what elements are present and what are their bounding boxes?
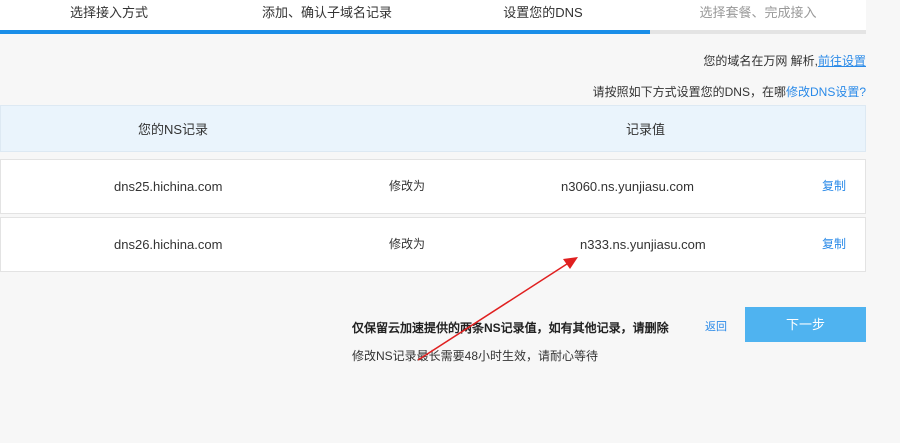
- registrar-text: 您的域名在万网 解析,: [703, 54, 818, 68]
- change-to-label: 修改为: [389, 237, 426, 251]
- record-value: n333.ns.yunjiasu.com: [580, 237, 706, 252]
- annotation-arrow-line: [417, 261, 571, 361]
- copy-button[interactable]: 复制: [822, 218, 846, 271]
- copy-button[interactable]: 复制: [822, 160, 846, 213]
- step-select-plan: 选择套餐、完成接入: [699, 5, 817, 20]
- back-link[interactable]: 返回: [705, 318, 727, 334]
- change-to-label: 修改为: [389, 179, 426, 193]
- record-value: n3060.ns.yunjiasu.com: [561, 179, 694, 194]
- progress-fill: [0, 30, 650, 34]
- keep-records-note: 仅保留云加速提供的两条NS记录值，如有其他记录，请删除: [352, 321, 669, 335]
- next-step-button[interactable]: 下一步: [745, 307, 866, 342]
- table-header: 您的NS记录 记录值: [0, 105, 866, 152]
- header-record-value: 记录值: [626, 122, 666, 137]
- header-ns-record: 您的NS记录: [138, 122, 209, 137]
- step-add-subdomain-records: 添加、确认子域名记录: [261, 5, 392, 20]
- registrar-info: 您的域名在万网 解析,前往设置: [703, 52, 866, 69]
- step-bar: 选择接入方式 添加、确认子域名记录 设置您的DNS 选择套餐、完成接入: [0, 0, 866, 34]
- step-select-access-method: 选择接入方式: [69, 5, 148, 20]
- dns-instruction: 请按照如下方式设置您的DNS，在哪修改DNS设置?: [593, 83, 866, 100]
- progress-track: [0, 30, 866, 34]
- table-row: dns25.hichina.com 修改为 n3060.ns.yunjiasu.…: [0, 159, 866, 214]
- instruction-text: 请按照如下方式设置您的DNS，在哪: [592, 85, 786, 99]
- propagation-note: 修改NS记录最长需要48小时生效，请耐心等待: [352, 349, 599, 363]
- step-set-dns: 设置您的DNS: [503, 5, 583, 20]
- table-row: dns26.hichina.com 修改为 n333.ns.yunjiasu.c…: [0, 217, 866, 272]
- ns-record: dns25.hichina.com: [114, 179, 223, 194]
- ns-record: dns26.hichina.com: [114, 237, 223, 252]
- modify-dns-link[interactable]: 修改DNS设置?: [786, 85, 866, 99]
- go-settings-link[interactable]: 前往设置: [818, 54, 866, 68]
